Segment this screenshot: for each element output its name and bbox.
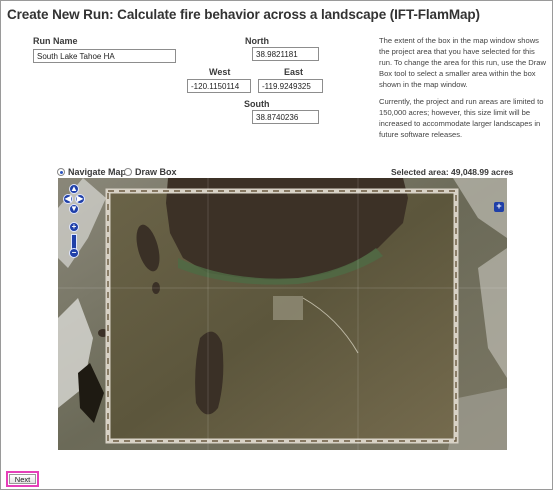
run-name-input[interactable] — [33, 49, 176, 63]
selected-area-readout: Selected area: 49,048.99 acres — [391, 167, 514, 177]
pan-down-icon[interactable]: ▼ — [69, 204, 79, 214]
east-input[interactable] — [258, 79, 323, 93]
run-name-label: Run Name — [33, 36, 78, 46]
draw-box-radio[interactable]: Draw Box — [124, 167, 177, 177]
radio-selected-icon — [57, 168, 65, 176]
page-title: Create New Run: Calculate fire behavior … — [7, 7, 480, 22]
layer-switcher-icon[interactable]: + — [494, 202, 504, 212]
south-label: South — [244, 99, 270, 109]
zoom-out-icon[interactable]: − — [69, 248, 79, 258]
zoom-in-icon[interactable]: + — [69, 222, 79, 232]
north-input[interactable] — [252, 47, 319, 61]
east-label: East — [284, 67, 304, 77]
map-viewport[interactable]: ▲ ◀ ▶ ▼ + − + — [58, 178, 507, 450]
map-navigation-control: ▲ ◀ ▶ ▼ + − — [63, 184, 85, 258]
pan-up-icon[interactable]: ▲ — [69, 184, 79, 194]
north-label: North — [245, 36, 269, 46]
pan-left-icon[interactable]: ◀ — [63, 194, 73, 204]
satellite-imagery — [58, 178, 507, 450]
radio-unselected-icon — [124, 168, 132, 176]
south-input[interactable] — [252, 110, 319, 124]
west-input[interactable] — [187, 79, 251, 93]
draw-box-label: Draw Box — [135, 167, 177, 177]
next-button-highlight: Next — [6, 471, 39, 487]
help-text-area-limit: Currently, the project and run areas are… — [379, 97, 544, 140]
next-button[interactable]: Next — [9, 474, 36, 484]
navigate-map-label: Navigate Map — [68, 167, 127, 177]
west-label: West — [209, 67, 231, 77]
help-text-area-extent: The extent of the box in the map window … — [379, 36, 547, 90]
navigate-map-radio[interactable]: Navigate Map — [57, 167, 126, 177]
pan-right-icon[interactable]: ▶ — [75, 194, 85, 204]
